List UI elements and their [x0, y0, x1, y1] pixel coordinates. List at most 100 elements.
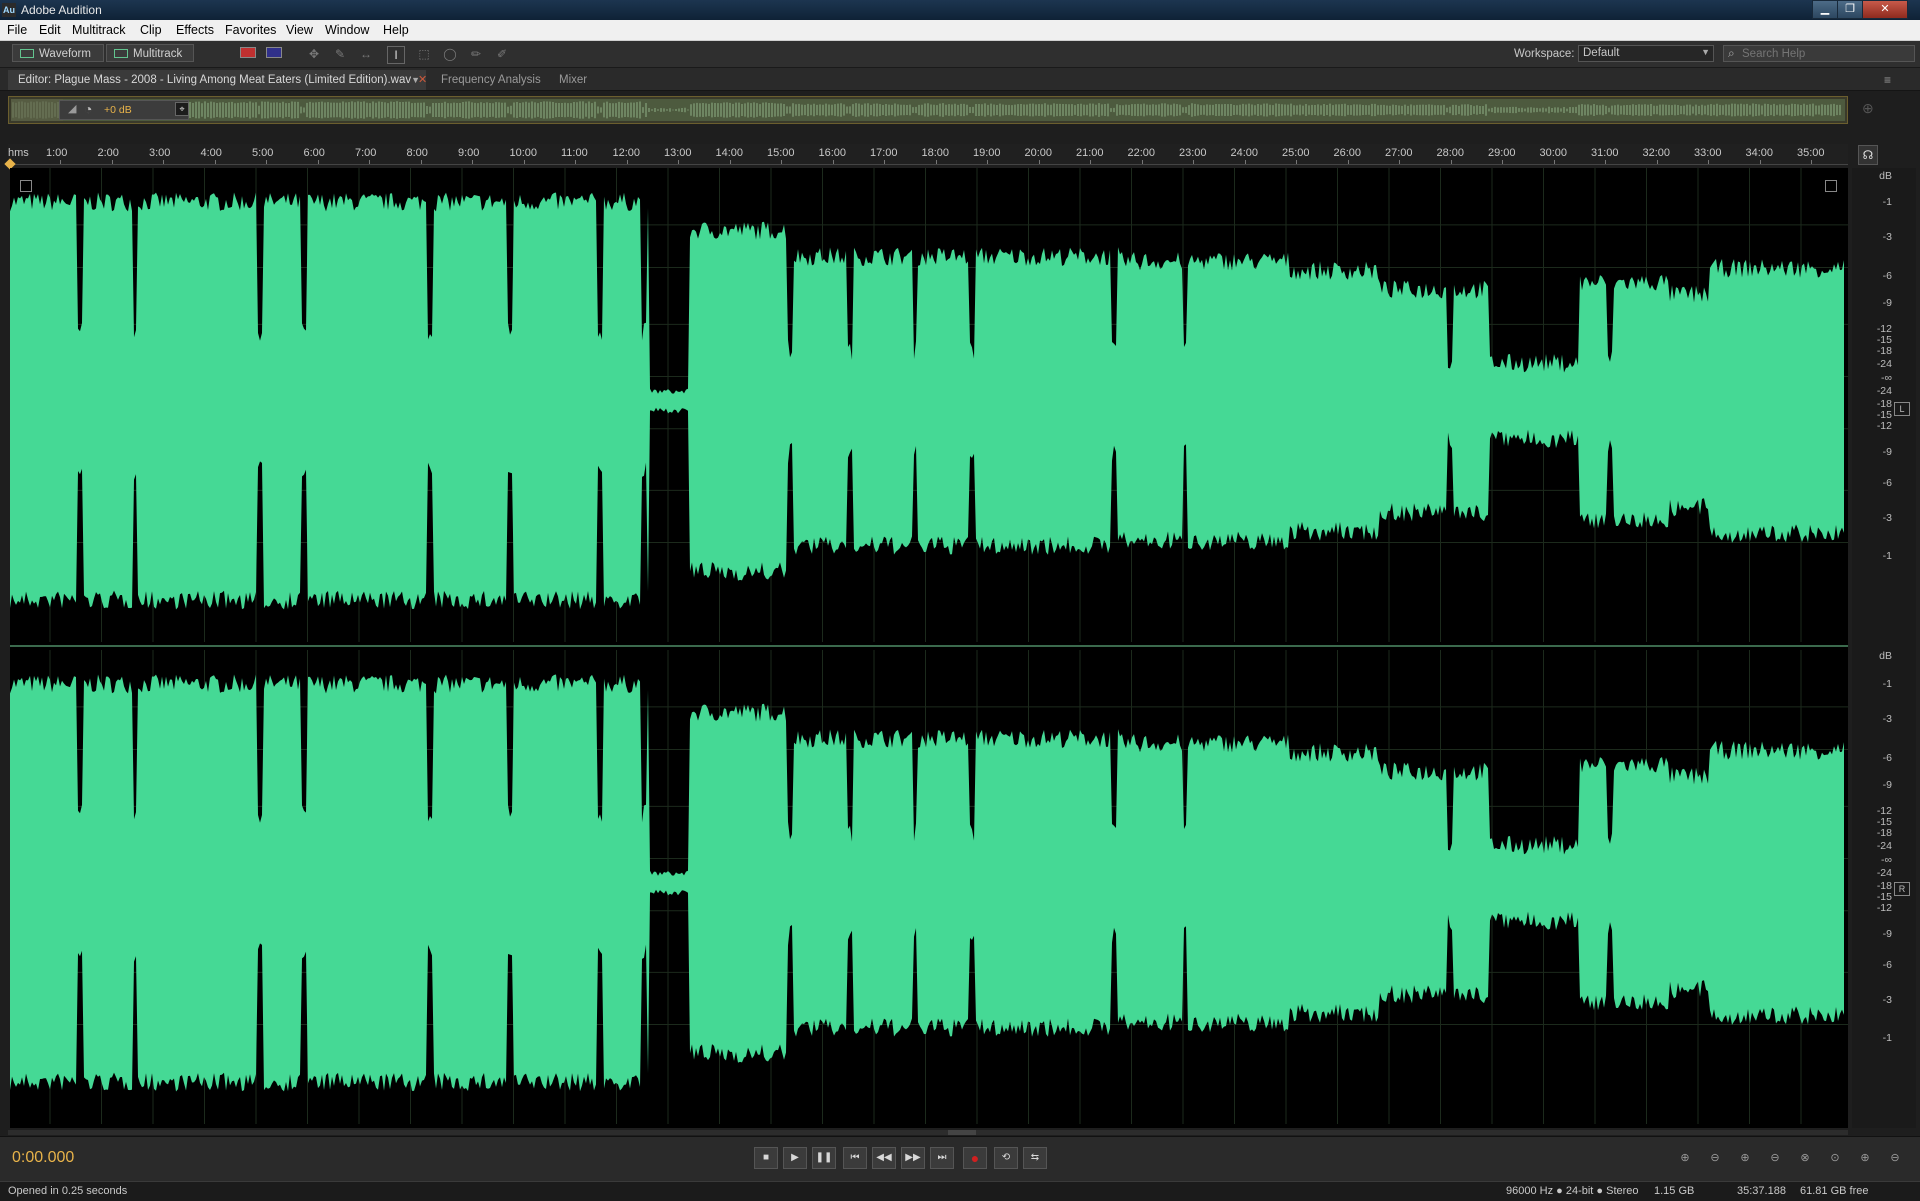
close-button[interactable]: ✕ — [1862, 0, 1908, 19]
volume-knob-icon[interactable]: ◔ — [84, 101, 92, 117]
db-tick-label: -∞ — [1881, 371, 1892, 384]
waveform-view-button[interactable]: Waveform — [12, 44, 104, 62]
db-tick-label: -3 — [1882, 512, 1892, 525]
multitrack-view-label: Multitrack — [133, 48, 183, 60]
close-icon[interactable]: ✕ — [418, 70, 427, 90]
sample-format: 96000 Hz ● 24-bit ● Stereo — [1506, 1185, 1639, 1197]
slip-tool-icon[interactable]: ↔ — [358, 46, 374, 62]
workspace-select[interactable]: Default ▼ — [1578, 45, 1714, 62]
db-tick-label: -1 — [1882, 1031, 1892, 1044]
ruler-tick-label: 7:00 — [355, 147, 377, 159]
menu-help[interactable]: Help — [383, 23, 409, 37]
brush-tool-icon[interactable]: ✏ — [468, 46, 484, 62]
time-ruler[interactable]: hms 1:00 2:00 3:00 4:00 5:00 6:00 7:00 8:00 9:00… — [8, 144, 1848, 165]
ruler-tick-label: 19:00 — [973, 147, 1001, 159]
ruler-tick-label: 11:00 — [561, 147, 588, 159]
tab-mixer[interactable]: Mixer — [559, 70, 587, 90]
search-input[interactable] — [1742, 47, 1910, 60]
zoom-selection-icon[interactable]: ⊙ — [1826, 1151, 1844, 1167]
zoom-out-point-icon[interactable]: ⊖ — [1886, 1151, 1904, 1167]
minimize-button[interactable]: ▁ — [1812, 0, 1838, 19]
zoom-in-time-icon[interactable]: ⊕ — [1736, 1151, 1754, 1167]
ruler-tick-mark — [1605, 160, 1606, 164]
db-tick-label: -∞ — [1881, 853, 1892, 866]
db-tick-label: -24 — [1876, 384, 1892, 397]
skip-selection-button[interactable]: ⇆ — [1023, 1147, 1047, 1169]
razor-tool-icon[interactable]: ✎ — [332, 46, 348, 62]
ruler-tick-mark — [1090, 160, 1091, 164]
fast-forward-button[interactable]: ▶▶ — [901, 1147, 925, 1169]
spectral-frequency-icon[interactable] — [240, 46, 256, 62]
ruler-tick-label: 18:00 — [921, 147, 950, 159]
lasso-tool-icon[interactable]: ◯ — [442, 46, 458, 62]
go-to-end-button[interactable]: ⏭ — [930, 1147, 954, 1169]
play-button[interactable]: ▶ — [783, 1147, 807, 1169]
ruler-tick-label: 27:00 — [1385, 147, 1413, 159]
current-time-display[interactable]: 0:00.000 — [12, 1149, 74, 1167]
workspace-value: Default — [1583, 47, 1620, 59]
ruler-tick-label: 23:00 — [1179, 147, 1207, 159]
menu-effects[interactable]: Effects — [176, 23, 214, 37]
menu-multitrack[interactable]: Multitrack — [72, 23, 125, 37]
fade-out-handle-icon[interactable] — [1825, 180, 1837, 192]
menu-window[interactable]: Window — [325, 23, 369, 37]
ruler-tick-label: 8:00 — [406, 147, 428, 159]
waveform-overview[interactable]: ◢ ◔ +0 dB ⌖ — [8, 96, 1848, 124]
ruler-tick-label: 34:00 — [1745, 147, 1774, 159]
zoom-in-amplitude-icon[interactable]: ⊕ — [1676, 1151, 1694, 1167]
menu-clip[interactable]: Clip — [140, 23, 162, 37]
db-tick-label: -6 — [1882, 270, 1892, 283]
ruler-tick-mark — [1656, 160, 1658, 164]
loop-playback-button[interactable]: ⟲ — [994, 1147, 1018, 1169]
menu-view[interactable]: View — [286, 23, 313, 37]
channel-label-left[interactable]: L — [1894, 402, 1910, 416]
stop-button[interactable]: ■ — [754, 1147, 778, 1169]
pin-icon[interactable]: ⌖ — [175, 102, 189, 116]
move-tool-icon[interactable]: ✥ — [306, 46, 322, 62]
rewind-button[interactable]: ◀◀ — [872, 1147, 896, 1169]
status-bar: Opened in 0.25 seconds 96000 Hz ● 24-bit… — [0, 1181, 1920, 1201]
multitrack-view-button[interactable]: Multitrack — [106, 44, 194, 62]
channel-label-right[interactable]: R — [1894, 882, 1910, 896]
record-button[interactable]: ● — [963, 1147, 987, 1169]
zoom-full-icon[interactable]: ⊗ — [1796, 1151, 1814, 1167]
zoom-out-amplitude-icon[interactable]: ⊖ — [1706, 1151, 1724, 1167]
ruler-tick-mark — [1708, 160, 1709, 164]
zoom-in-point-icon[interactable]: ⊕ — [1856, 1151, 1874, 1167]
db-tick-label: -1 — [1882, 677, 1892, 690]
ruler-tick-mark — [1296, 160, 1297, 164]
fade-in-handle-icon[interactable] — [20, 180, 32, 192]
search-icon: ⌕ — [1728, 46, 1735, 60]
file-size: 1.15 GB — [1654, 1185, 1695, 1197]
go-to-start-button[interactable]: ⏮ — [843, 1147, 867, 1169]
db-tick-label: -3 — [1882, 994, 1892, 1007]
ruler-tick-mark — [987, 160, 988, 164]
tab-editor[interactable]: Editor: Plague Mass - 2008 - Living Amon… — [8, 70, 426, 90]
db-tick-label: -12 — [1876, 902, 1892, 914]
db-tick-label: -1 — [1882, 549, 1892, 562]
db-tick-label: -18 — [1876, 827, 1892, 840]
panel-menu-icon[interactable]: ≡ — [1884, 70, 1891, 90]
horizontal-scrollbar[interactable] — [8, 1130, 1848, 1135]
waveform-display[interactable] — [10, 168, 1848, 1128]
ruler-tick-mark — [884, 160, 885, 164]
search-help-field[interactable]: ⌕ — [1723, 45, 1915, 62]
headphones-icon[interactable]: ☊ — [1858, 145, 1878, 165]
menu-edit[interactable]: Edit — [39, 23, 61, 37]
menu-file[interactable]: File — [7, 23, 27, 37]
tab-frequency-analysis[interactable]: Frequency Analysis — [441, 70, 541, 90]
maximize-button[interactable]: ❐ — [1837, 0, 1863, 19]
time-selection-tool-icon[interactable]: I — [387, 46, 405, 64]
pause-button[interactable]: ❚❚ — [812, 1147, 836, 1169]
db-tick-label: -24 — [1876, 358, 1892, 371]
db-tick-label: -9 — [1882, 446, 1892, 459]
hud-volume-control[interactable]: ◢ ◔ +0 dB — [59, 100, 189, 120]
scrollbar-thumb[interactable] — [948, 1130, 976, 1135]
marquee-tool-icon[interactable]: ⬚ — [416, 46, 432, 62]
zoom-overview-icon[interactable]: ⊕ — [1862, 100, 1874, 117]
zoom-out-time-icon[interactable]: ⊖ — [1766, 1151, 1784, 1167]
menu-favorites[interactable]: Favorites — [225, 23, 276, 37]
channel-divider[interactable] — [10, 645, 1848, 647]
spectral-pitch-icon[interactable] — [266, 46, 282, 62]
spot-healing-icon[interactable]: ✐ — [494, 46, 510, 62]
